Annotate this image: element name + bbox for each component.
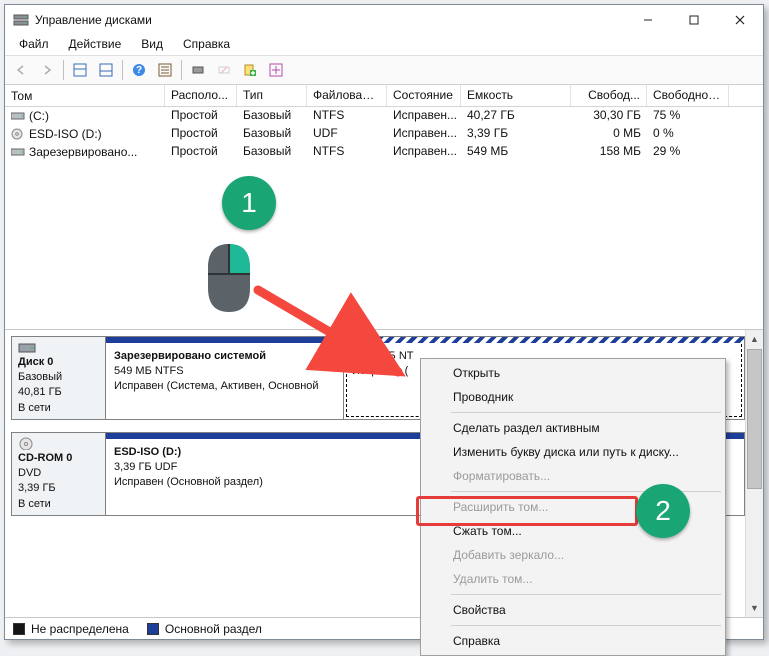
- vertical-scrollbar[interactable]: ▲ ▼: [745, 330, 763, 617]
- legend-swatch-primary: [147, 623, 159, 635]
- col-free-pct[interactable]: Свободно %: [647, 85, 729, 106]
- volume-layout: Простой: [165, 107, 237, 125]
- disk-type: DVD: [18, 466, 99, 480]
- col-status[interactable]: Состояние: [387, 85, 461, 106]
- disk-label: CD-ROM 0: [18, 451, 99, 465]
- volume-type: Базовый: [237, 107, 307, 125]
- annotation-badge-2: 2: [636, 484, 690, 538]
- volume-capacity: 3,39 ГБ: [461, 125, 571, 143]
- view-bottom-button[interactable]: [94, 58, 118, 82]
- forward-button[interactable]: [35, 58, 59, 82]
- volume-free: 0 МБ: [571, 125, 647, 143]
- ctx-delete[interactable]: Удалить том...: [423, 567, 723, 591]
- volume-type: Базовый: [237, 125, 307, 143]
- view-top-button[interactable]: [68, 58, 92, 82]
- col-fs[interactable]: Файловая с...: [307, 85, 387, 106]
- disk-state: В сети: [18, 497, 99, 511]
- toolbar: ?: [5, 55, 763, 85]
- disk-label: Диск 0: [18, 355, 99, 369]
- cd-icon: [11, 128, 25, 140]
- volume-free-pct: 29 %: [647, 143, 729, 161]
- ctx-open[interactable]: Открыть: [423, 361, 723, 385]
- drive-icon: [11, 146, 25, 158]
- volume-type: Базовый: [237, 143, 307, 161]
- volume-row[interactable]: ESD-ISO (D:) Простой Базовый UDF Исправе…: [5, 125, 763, 143]
- volume-status: Исправен...: [387, 107, 461, 125]
- disk-state: В сети: [18, 401, 99, 415]
- partition-system-reserved[interactable]: Зарезервировано системой 549 МБ NTFS Исп…: [106, 337, 344, 419]
- volume-row[interactable]: (C:) Простой Базовый NTFS Исправен... 40…: [5, 107, 763, 125]
- ctx-change-letter[interactable]: Изменить букву диска или путь к диску...: [423, 440, 723, 464]
- cdrom-icon: [18, 437, 38, 450]
- action-1-button[interactable]: [186, 58, 210, 82]
- col-volume[interactable]: Том: [5, 85, 165, 106]
- volume-fs: NTFS: [307, 143, 387, 161]
- volume-capacity: 549 МБ: [461, 143, 571, 161]
- disk-size: 40,81 ГБ: [18, 385, 99, 399]
- svg-text:?: ?: [136, 65, 142, 76]
- ctx-explorer[interactable]: Проводник: [423, 385, 723, 409]
- disk-size: 3,39 ГБ: [18, 481, 99, 495]
- volume-name: ESD-ISO (D:): [29, 127, 102, 141]
- drive-icon: [11, 110, 25, 122]
- volume-fs: NTFS: [307, 107, 387, 125]
- disk-header[interactable]: CD-ROM 0 DVD 3,39 ГБ В сети: [11, 432, 105, 516]
- action-3-button[interactable]: [238, 58, 262, 82]
- volume-layout: Простой: [165, 125, 237, 143]
- back-button[interactable]: [9, 58, 33, 82]
- volume-layout: Простой: [165, 143, 237, 161]
- volume-status: Исправен...: [387, 143, 461, 161]
- volume-name: (C:): [29, 109, 49, 123]
- menu-help[interactable]: Справка: [175, 35, 238, 53]
- action-4-button[interactable]: [264, 58, 288, 82]
- ctx-properties[interactable]: Свойства: [423, 598, 723, 622]
- volume-row[interactable]: Зарезервировано... Простой Базовый NTFS …: [5, 143, 763, 161]
- scroll-down-button[interactable]: ▼: [746, 599, 763, 617]
- partition-size: 549 МБ NTFS: [114, 364, 335, 379]
- disk-icon: [18, 341, 38, 354]
- col-layout[interactable]: Располо...: [165, 85, 237, 106]
- volume-free-pct: 0 %: [647, 125, 729, 143]
- menu-view[interactable]: Вид: [133, 35, 171, 53]
- scroll-up-button[interactable]: ▲: [746, 330, 763, 348]
- volume-status: Исправен...: [387, 125, 461, 143]
- volume-free: 158 МБ: [571, 143, 647, 161]
- col-capacity[interactable]: Емкость: [461, 85, 571, 106]
- ctx-format[interactable]: Форматировать...: [423, 464, 723, 488]
- maximize-button[interactable]: [671, 5, 717, 35]
- annotation-badge-1: 1: [222, 176, 276, 230]
- ctx-make-active[interactable]: Сделать раздел активным: [423, 416, 723, 440]
- volume-free-pct: 75 %: [647, 107, 729, 125]
- disk-header[interactable]: Диск 0 Базовый 40,81 ГБ В сети: [11, 336, 105, 420]
- window-title: Управление дисками: [35, 13, 625, 27]
- scroll-thumb[interactable]: [747, 349, 762, 489]
- minimize-button[interactable]: [625, 5, 671, 35]
- app-icon: [13, 12, 29, 28]
- legend-swatch-unallocated: [13, 623, 25, 635]
- menu-file[interactable]: Файл: [11, 35, 57, 53]
- help-button[interactable]: ?: [127, 58, 151, 82]
- disk-type: Базовый: [18, 370, 99, 384]
- legend-primary: Основной раздел: [165, 622, 262, 636]
- ctx-help[interactable]: Справка: [423, 629, 723, 653]
- ctx-add-mirror[interactable]: Добавить зеркало...: [423, 543, 723, 567]
- volume-fs: UDF: [307, 125, 387, 143]
- menu-bar: Файл Действие Вид Справка: [5, 35, 763, 55]
- volume-list: Том Располо... Тип Файловая с... Состоян…: [5, 85, 763, 330]
- volume-list-header: Том Располо... Тип Файловая с... Состоян…: [5, 85, 763, 107]
- volume-name: Зарезервировано...: [29, 145, 137, 159]
- partition-title: Зарезервировано системой: [114, 349, 335, 364]
- close-button[interactable]: [717, 5, 763, 35]
- action-2-button[interactable]: [212, 58, 236, 82]
- annotation-mouse-icon: [200, 238, 258, 318]
- col-free[interactable]: Свобод...: [571, 85, 647, 106]
- partition-status: Исправен (Система, Активен, Основной: [114, 379, 335, 394]
- settings-button[interactable]: [153, 58, 177, 82]
- volume-capacity: 40,27 ГБ: [461, 107, 571, 125]
- volume-free: 30,30 ГБ: [571, 107, 647, 125]
- menu-action[interactable]: Действие: [61, 35, 130, 53]
- col-type[interactable]: Тип: [237, 85, 307, 106]
- title-bar: Управление дисками: [5, 5, 763, 35]
- legend-unallocated: Не распределена: [31, 622, 129, 636]
